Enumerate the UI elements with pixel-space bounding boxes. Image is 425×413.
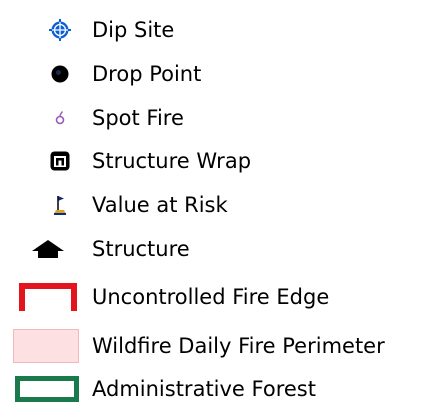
legend-item-structure: Structure bbox=[0, 229, 425, 269]
legend-label: Administrative Forest bbox=[92, 377, 316, 401]
structure-wrap-icon bbox=[40, 141, 80, 181]
legend-item-uncontrolled-fire-edge: Uncontrolled Fire Edge bbox=[0, 277, 425, 317]
legend-label: Dip Site bbox=[92, 18, 175, 42]
legend-item-spot-fire: Spot Fire bbox=[0, 98, 425, 138]
legend-label: Structure bbox=[92, 237, 190, 261]
legend-label: Structure Wrap bbox=[92, 149, 252, 173]
structure-icon bbox=[28, 229, 68, 269]
value-at-risk-icon bbox=[40, 185, 80, 225]
administrative-forest-icon bbox=[14, 369, 80, 409]
legend-item-value-at-risk: Value at Risk bbox=[0, 185, 425, 225]
spot-fire-icon bbox=[40, 98, 80, 138]
wildfire-perimeter-icon bbox=[12, 326, 80, 366]
dip-site-icon bbox=[40, 10, 80, 50]
legend-item-drop-point: Drop Point bbox=[0, 54, 425, 94]
uncontrolled-fire-edge-icon bbox=[17, 277, 79, 317]
map-legend: Dip Site Drop Point Spot Fire Structure … bbox=[0, 0, 425, 413]
legend-item-dip-site: Dip Site bbox=[0, 10, 425, 50]
legend-label: Drop Point bbox=[92, 62, 202, 86]
legend-label: Uncontrolled Fire Edge bbox=[92, 285, 330, 309]
legend-label: Value at Risk bbox=[92, 193, 228, 217]
legend-label: Spot Fire bbox=[92, 106, 184, 130]
legend-label: Wildfire Daily Fire Perimeter bbox=[92, 334, 385, 358]
legend-item-administrative-forest: Administrative Forest bbox=[0, 369, 425, 409]
legend-item-structure-wrap: Structure Wrap bbox=[0, 141, 425, 181]
legend-item-wildfire-daily-fire-perimeter: Wildfire Daily Fire Perimeter bbox=[0, 326, 425, 366]
drop-point-icon bbox=[40, 54, 80, 94]
